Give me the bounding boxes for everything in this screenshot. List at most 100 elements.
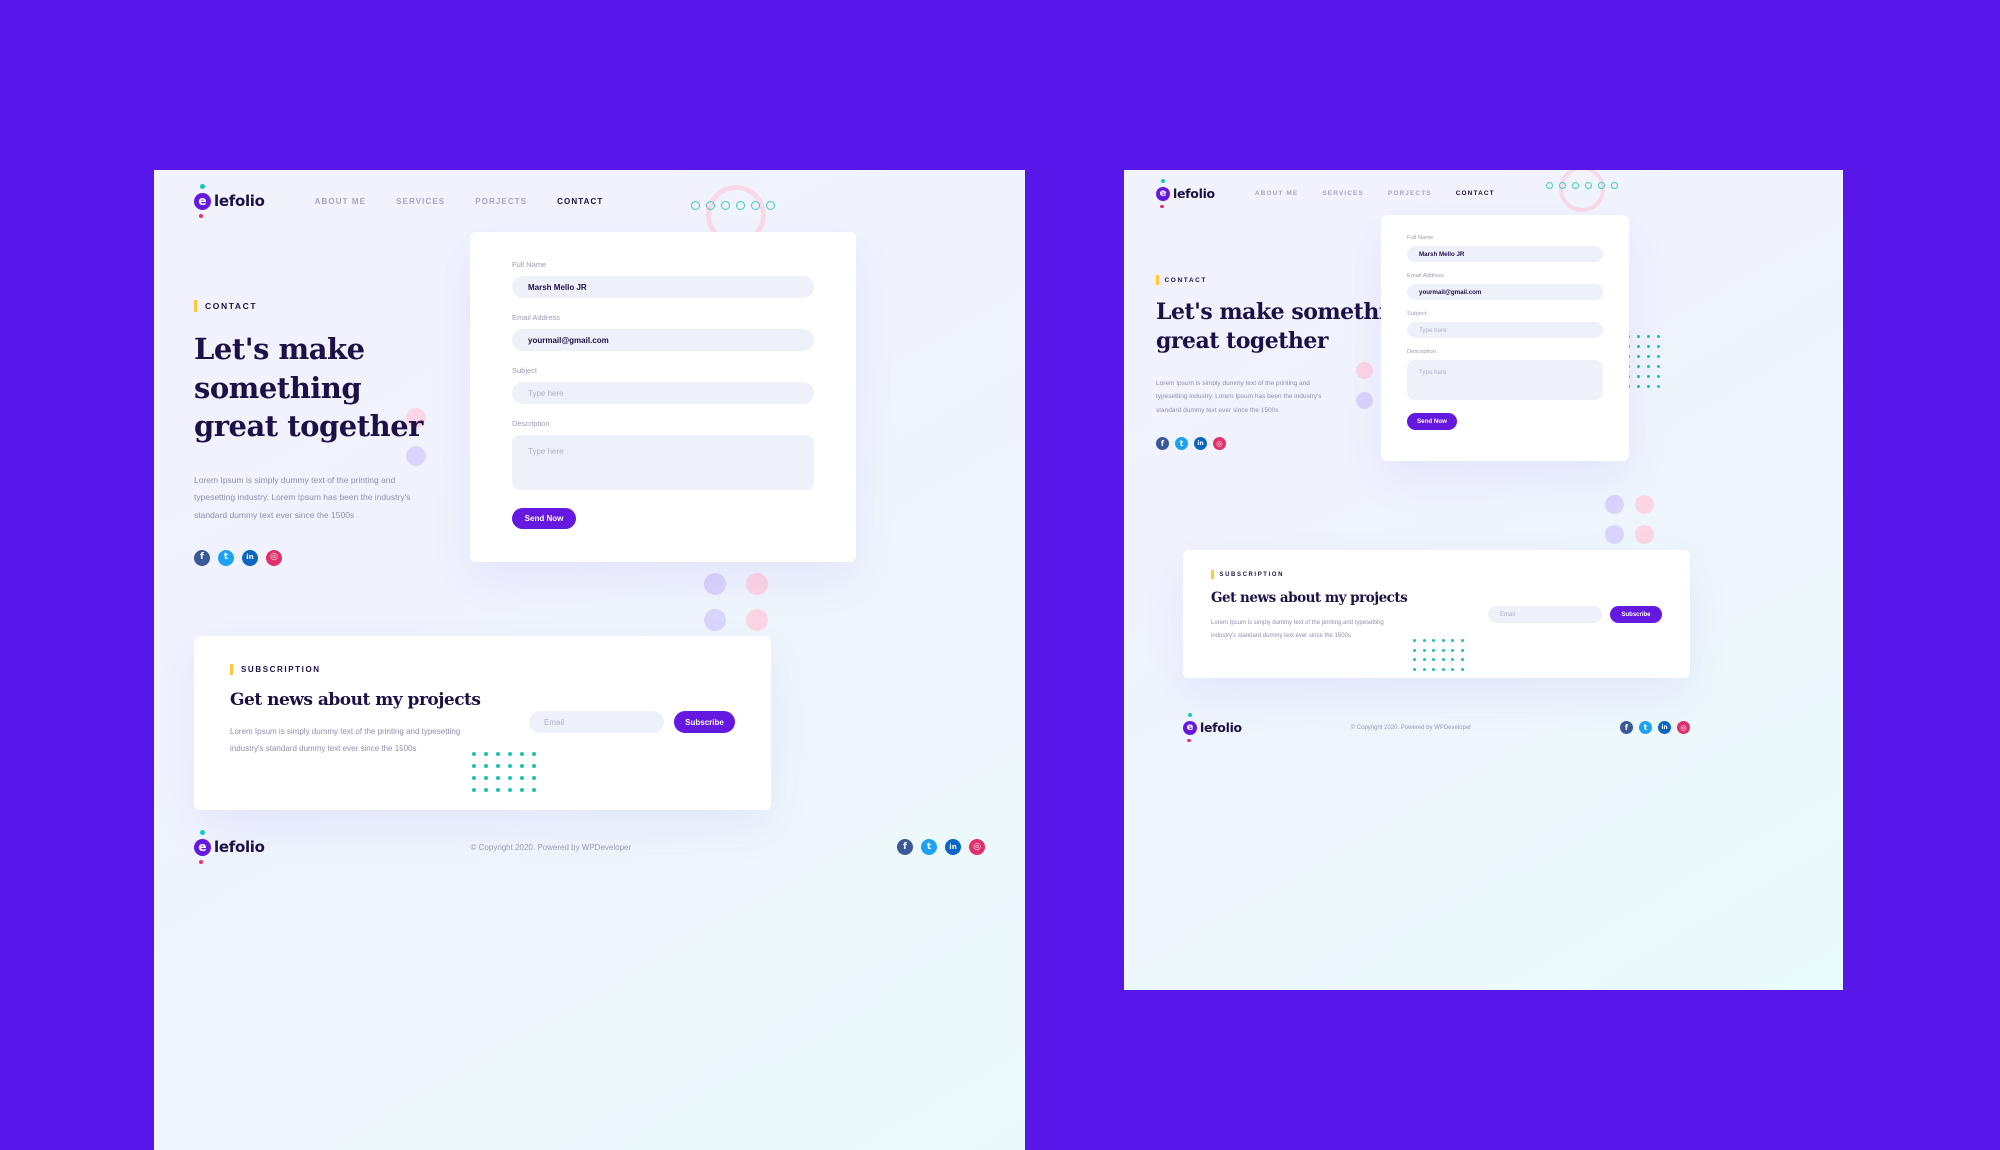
nav-item-contact[interactable]: CONTACT [1456, 190, 1495, 197]
subject-input[interactable]: Type here [1407, 322, 1603, 338]
send-now-button[interactable]: Send Now [512, 508, 576, 529]
social-link-twitter-icon[interactable]: t [218, 549, 234, 566]
decor-teal-ring [1546, 182, 1553, 189]
social-link-facebook-icon[interactable]: f [194, 549, 210, 566]
eyebrow-bar [194, 300, 197, 312]
nav-item-contact[interactable]: CONTACT [557, 197, 603, 206]
social-link-facebook-icon[interactable]: f [897, 839, 913, 855]
logo-text: lefolio [1200, 720, 1242, 735]
social-link-twitter-icon[interactable]: t [921, 839, 937, 855]
social-link-facebook-icon[interactable]: f [1156, 437, 1169, 451]
full-name-label: Full Name [512, 260, 547, 269]
logo-pink-accent-dot [199, 214, 203, 218]
social-link-instagram-icon[interactable]: ◎ [1213, 437, 1226, 451]
subscription-paragraph-line-1: Lorem Ipsum is simply dummy text of the … [230, 727, 461, 736]
logo-text: lefolio [1173, 186, 1215, 201]
social-link-instagram-icon[interactable]: ◎ [266, 549, 282, 566]
nav-item-about-me[interactable]: ABOUT ME [315, 197, 366, 206]
decor-purple-dot [1605, 495, 1624, 514]
logo-mark-icon: e [194, 192, 211, 210]
full-name-input[interactable]: Marsh Mello JR [1407, 246, 1603, 262]
send-now-button[interactable]: Send Now [1407, 413, 1457, 430]
nav-item-porjects[interactable]: PORJECTS [1388, 190, 1432, 197]
footer-copyright: © Copyright 2020. Powered by WPDeveloper [1350, 724, 1472, 731]
description-textarea[interactable]: Type here [512, 435, 814, 490]
logo-teal-accent-dot [1161, 179, 1165, 183]
nav-item-services[interactable]: SERVICES [396, 197, 445, 206]
decor-teal-ring [1572, 182, 1579, 189]
decor-purple-dot [704, 609, 726, 631]
contact-form-card: Full Name Marsh Mello JR Email Address y… [470, 232, 856, 562]
nav-item-porjects[interactable]: PORJECTS [475, 197, 527, 206]
logo-pink-accent-dot [199, 860, 203, 864]
subscription-card: SUBSCRIPTION Get news about my projects … [194, 636, 771, 810]
social-link-facebook-icon[interactable]: f [1620, 721, 1633, 734]
social-link-instagram-icon[interactable]: ◎ [1677, 721, 1690, 734]
social-link-twitter-icon[interactable]: t [1639, 721, 1652, 734]
social-link-instagram-icon[interactable]: ◎ [969, 839, 985, 855]
logo-pink-accent-dot [1160, 204, 1164, 208]
logo[interactable]: e lefolio [1156, 179, 1215, 208]
social-link-linkedin-icon[interactable]: in [242, 549, 258, 566]
social-link-linkedin-icon[interactable]: in [1194, 437, 1207, 451]
decor-pink-dot [746, 573, 768, 595]
full-name-input[interactable]: Marsh Mello JR [512, 276, 814, 298]
social-link-linkedin-icon[interactable]: in [1658, 721, 1671, 734]
description-label: Description [512, 419, 550, 428]
decor-purple-dot [1605, 525, 1624, 544]
right-panel-preview: e lefolio ABOUT ME SERVICES PORJECTS CON… [1124, 170, 1843, 990]
contact-form: Full Name Marsh Mello JR Email Address y… [470, 232, 856, 529]
social-link-twitter-icon[interactable]: t [1175, 437, 1188, 451]
footer-social-links: f t in ◎ [897, 839, 985, 855]
subject-input[interactable]: Type here [512, 382, 814, 404]
nav-item-services[interactable]: SERVICES [1322, 190, 1364, 197]
logo-mark-icon: e [194, 838, 211, 856]
nav-item-about-me[interactable]: ABOUT ME [1255, 190, 1298, 197]
subscribe-button[interactable]: Subscribe [674, 711, 735, 733]
description-textarea[interactable]: Type here [1407, 360, 1603, 400]
subject-label: Subject [512, 366, 538, 375]
contact-eyebrow-label: CONTACT [205, 301, 258, 311]
logo-mark-icon: e [1156, 186, 1170, 201]
subscription-eyebrow: SUBSCRIPTION [1211, 570, 1662, 579]
contact-eyebrow-label: CONTACT [1164, 276, 1207, 284]
decor-teal-ring [736, 201, 745, 210]
footer-logo[interactable]: e lefolio [1183, 713, 1242, 742]
subscribe-button[interactable]: Subscribe [1610, 606, 1662, 623]
logo-mark-icon: e [1183, 720, 1197, 735]
subscription-paragraph-line-1: Lorem Ipsum is simply dummy text of the … [1211, 620, 1384, 626]
decor-purple-dot [704, 573, 726, 595]
decor-teal-ring [691, 201, 700, 210]
subscribe-email-input[interactable]: Email [1488, 606, 1602, 623]
decor-teal-dot-grid [1627, 335, 1664, 392]
decor-teal-ring [706, 201, 715, 210]
social-link-linkedin-icon[interactable]: in [945, 839, 961, 855]
main-navigation: ABOUT ME SERVICES PORJECTS CONTACT [315, 197, 604, 206]
decor-teal-ring [1598, 182, 1605, 189]
subscription-eyebrow-label: SUBSCRIPTION [241, 665, 321, 674]
contact-form: Full Name Marsh Mello JR Email Address y… [1381, 215, 1629, 430]
email-address-label: Email Address [512, 313, 560, 322]
logo-teal-accent-dot [200, 184, 205, 189]
footer-logo[interactable]: e lefolio [194, 830, 265, 864]
email-address-label: Email Address [1407, 273, 1445, 279]
decor-teal-ring [751, 201, 760, 210]
decor-teal-ring [766, 201, 775, 210]
subscription-eyebrow-label: SUBSCRIPTION [1219, 571, 1285, 578]
subscription-eyebrow: SUBSCRIPTION [230, 664, 735, 675]
mockup-stage: e lefolio ABOUT ME SERVICES PORJECTS CON… [0, 0, 2000, 1150]
eyebrow-bar [230, 664, 233, 675]
main-navigation: ABOUT ME SERVICES PORJECTS CONTACT [1255, 190, 1495, 197]
decor-teal-dot-grid [1413, 639, 1843, 675]
decor-teal-ring [1611, 182, 1618, 189]
logo[interactable]: e lefolio [194, 184, 265, 218]
decor-pink-dot [1635, 495, 1654, 514]
decor-pink-dot [1635, 525, 1654, 544]
logo-text: lefolio [214, 192, 265, 210]
email-address-input[interactable]: yourmail@gmail.com [1407, 284, 1603, 300]
email-address-input[interactable]: yourmail@gmail.com [512, 329, 814, 351]
footer-copyright: © Copyright 2020. Powered by WPDeveloper [470, 842, 632, 852]
footer-social-links: f t in ◎ [1620, 721, 1690, 734]
logo-teal-accent-dot [1188, 713, 1192, 717]
subscribe-email-input[interactable]: Email [529, 711, 664, 733]
